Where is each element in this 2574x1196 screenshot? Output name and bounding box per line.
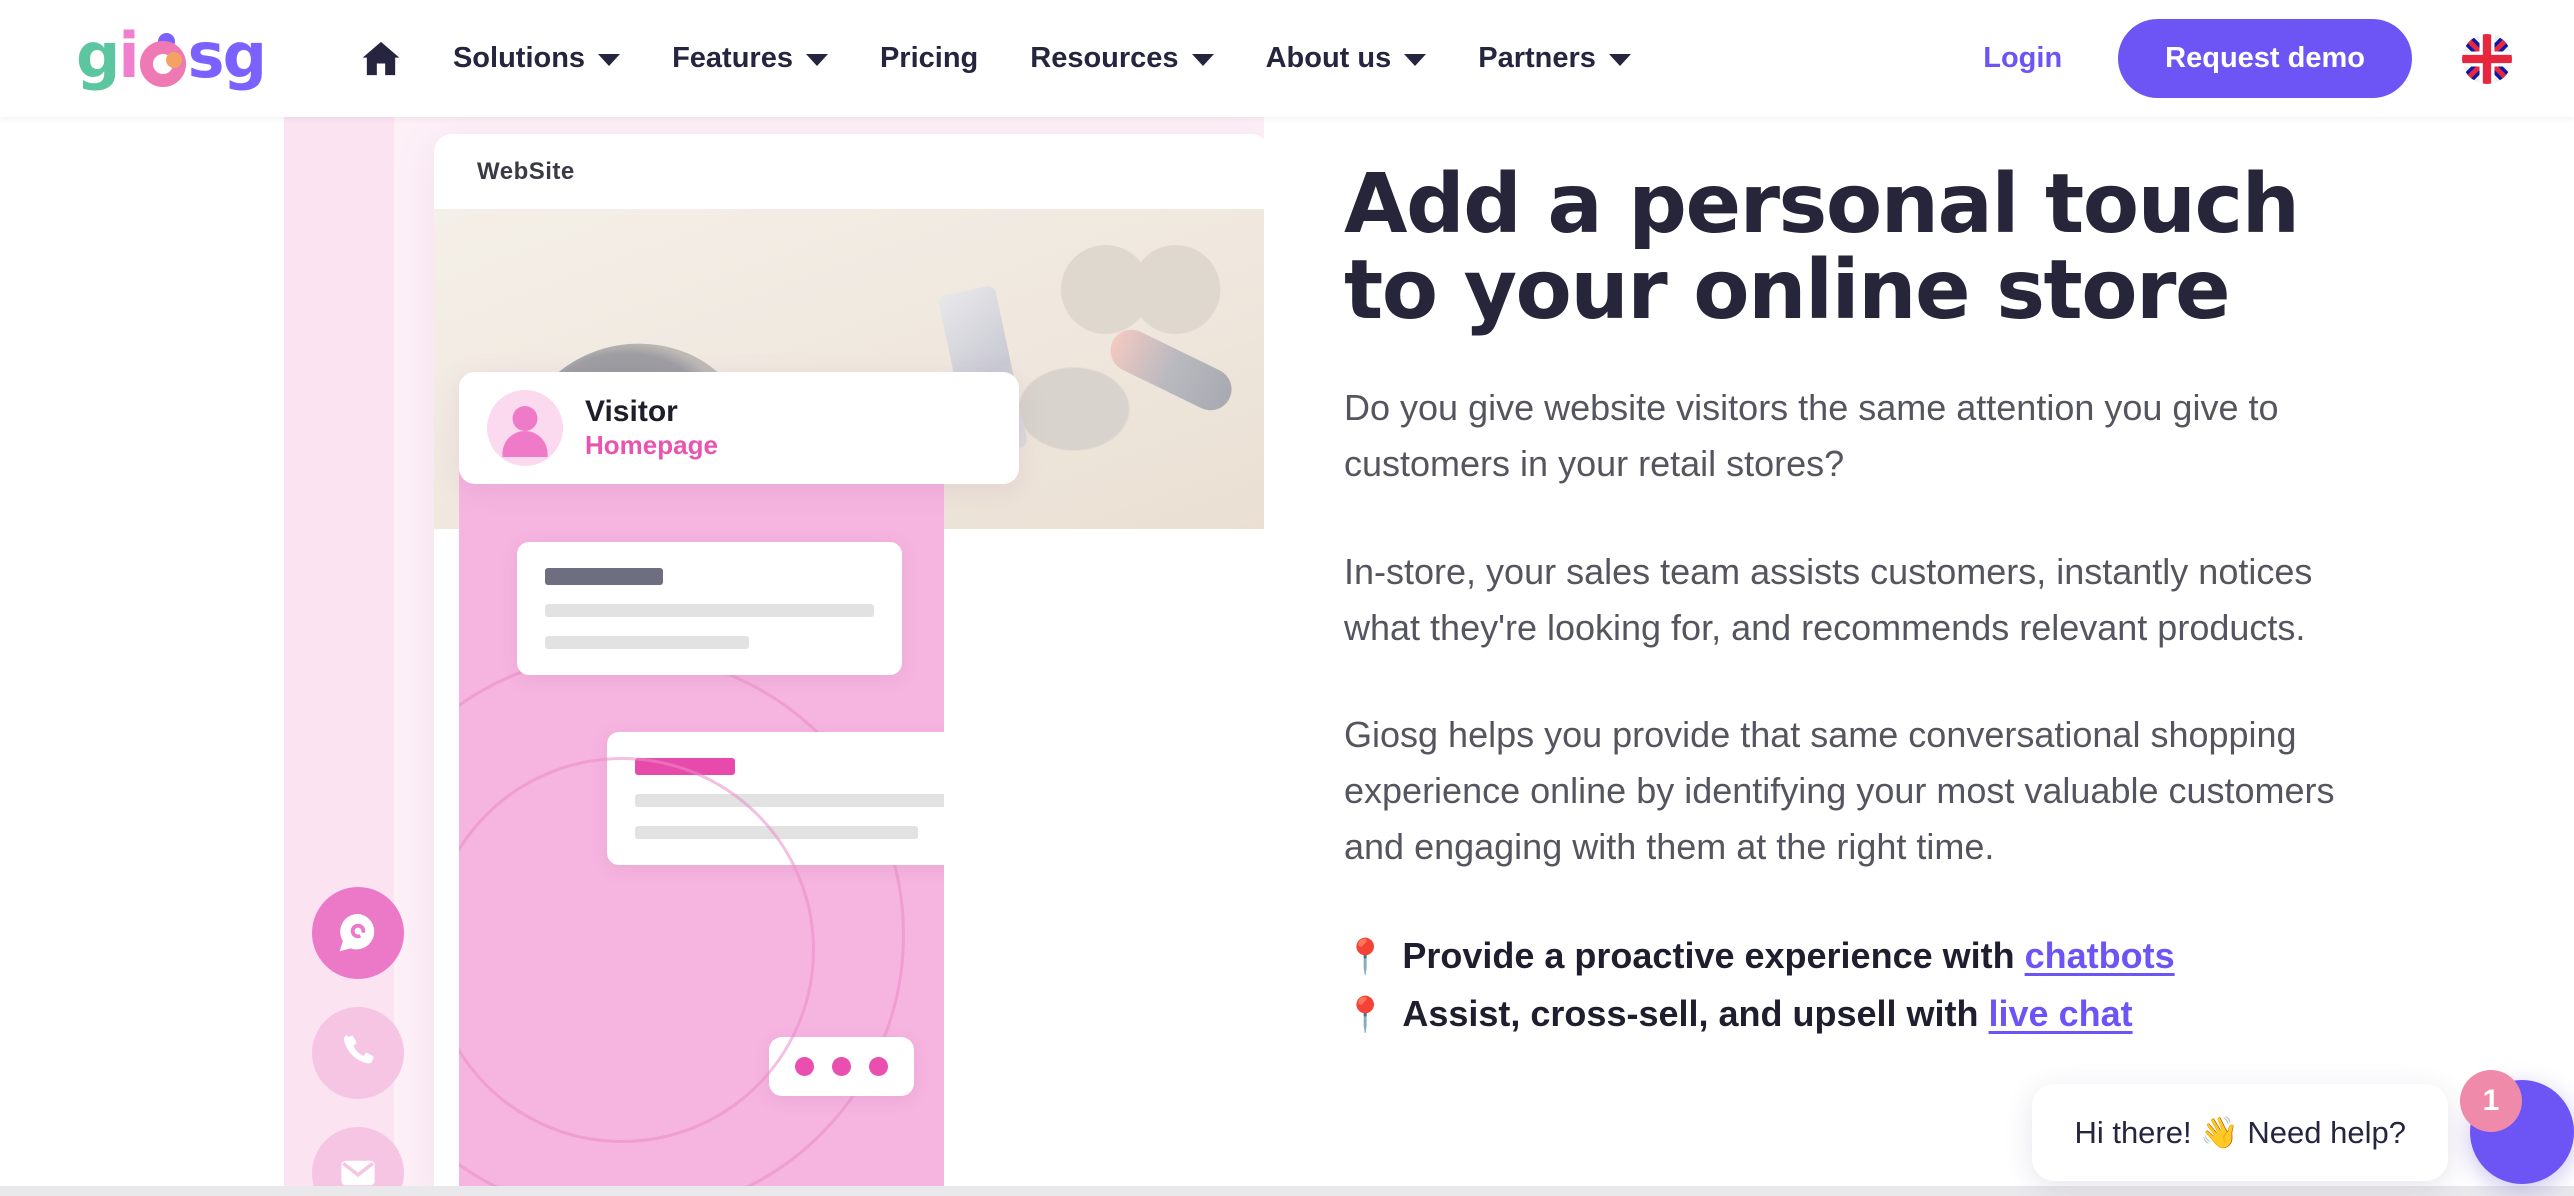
nav-item-pricing[interactable]: Pricing (854, 42, 1004, 75)
nav-label: Solutions (452, 42, 586, 74)
visitor-card: Visitor Homepage (459, 372, 1019, 484)
home-icon[interactable] (361, 40, 427, 77)
nav-item-resources[interactable]: Resources (1004, 42, 1239, 75)
typing-dot (832, 1057, 851, 1076)
nav-label: Partners (1478, 42, 1596, 74)
main-navigation: Solutions Features Pricing Resources Abo… (361, 40, 1657, 77)
page-title: Add a personal touch to your online stor… (1344, 157, 2300, 339)
uk-flag-icon[interactable] (2462, 33, 2512, 84)
chat-icon[interactable] (312, 887, 404, 979)
list-item-text: Provide a proactive experience with chat… (1402, 934, 2175, 976)
message-line-placeholder (545, 636, 749, 649)
typing-indicator (769, 1037, 914, 1096)
chat-message-card (517, 542, 902, 675)
chat-message-card (607, 732, 944, 865)
hero-content: Add a personal touch to your online stor… (1344, 117, 2344, 1043)
visitor-name: Visitor (585, 394, 678, 428)
message-line-placeholder (635, 794, 944, 807)
chevron-down-icon (805, 54, 828, 66)
list-item: 📍 Provide a proactive experience with ch… (1344, 927, 2344, 985)
body-paragraph-2: In-store, your sales team assists custom… (1344, 550, 2313, 648)
chat-launcher-button[interactable]: 1 (2460, 1070, 2574, 1184)
body-paragraph-3: Giosg helps you provide that same conver… (1344, 714, 2335, 867)
page-root: gisg Solutions Features Pricing Resource… (0, 0, 2574, 1196)
logo-letter-i: i (118, 18, 139, 92)
live-chat-link[interactable]: live chat (1989, 993, 2133, 1034)
nav-item-about-us[interactable]: About us (1240, 42, 1453, 75)
message-title-placeholder (635, 758, 735, 775)
chat-greeting-message[interactable]: Hi there! 👋 Need help? (2032, 1083, 2448, 1181)
logo-letter-o (139, 40, 186, 87)
channel-icons (312, 887, 404, 1196)
request-demo-button[interactable]: Request demo (2118, 19, 2412, 98)
nav-label: Features (672, 42, 793, 74)
typing-dot (795, 1057, 814, 1076)
feature-list: 📍 Provide a proactive experience with ch… (1344, 927, 2344, 1044)
logo-letter-s: s (187, 18, 225, 92)
logo-letter-g: g (76, 18, 120, 92)
list-item-text: Assist, cross-sell, and upsell with live… (1402, 993, 2133, 1035)
visitor-page: Homepage (585, 430, 718, 460)
nav-label: Resources (1030, 42, 1179, 74)
chatbots-link[interactable]: chatbots (2025, 935, 2175, 976)
message-line-placeholder (635, 826, 918, 839)
chat-panel (459, 437, 944, 1196)
site-header: gisg Solutions Features Pricing Resource… (0, 0, 2574, 117)
bottom-scrollbar[interactable] (0, 1186, 2574, 1196)
nav-label: About us (1265, 42, 1392, 74)
pin-icon: 📍 (1344, 996, 1387, 1035)
nav-item-solutions[interactable]: Solutions (427, 42, 646, 75)
header-actions: Login Request demo (1983, 19, 2512, 98)
nav-item-features[interactable]: Features (646, 42, 854, 75)
chevron-down-icon (1608, 54, 1631, 66)
hero-illustration: WebSite Visitor Homepage (284, 117, 1264, 1196)
unread-badge: 1 (2460, 1070, 2522, 1132)
body-paragraph-1: Do you give website visitors the same at… (1344, 387, 2279, 484)
pin-icon: 📍 (1344, 937, 1387, 976)
visitor-avatar-icon (487, 390, 563, 466)
list-item: 📍 Assist, cross-sell, and upsell with li… (1344, 985, 2344, 1043)
chevron-down-icon (1404, 54, 1427, 66)
login-link[interactable]: Login (1983, 42, 2062, 75)
chevron-down-icon (598, 54, 621, 66)
message-title-placeholder (545, 568, 663, 585)
logo-letter-g2: g (222, 18, 267, 92)
nav-label: Pricing (879, 42, 979, 74)
browser-titlebar: WebSite (434, 134, 1264, 209)
chat-widget: Hi there! 👋 Need help? 1 (2032, 1070, 2574, 1184)
message-line-placeholder (545, 604, 874, 617)
chevron-down-icon (1191, 54, 1214, 66)
browser-title: WebSite (477, 157, 575, 185)
giosg-logo[interactable]: gisg (76, 18, 267, 92)
phone-icon[interactable] (312, 1007, 404, 1099)
nav-item-partners[interactable]: Partners (1452, 42, 1657, 75)
typing-dot (869, 1057, 888, 1076)
sunglasses-product (1039, 231, 1229, 361)
